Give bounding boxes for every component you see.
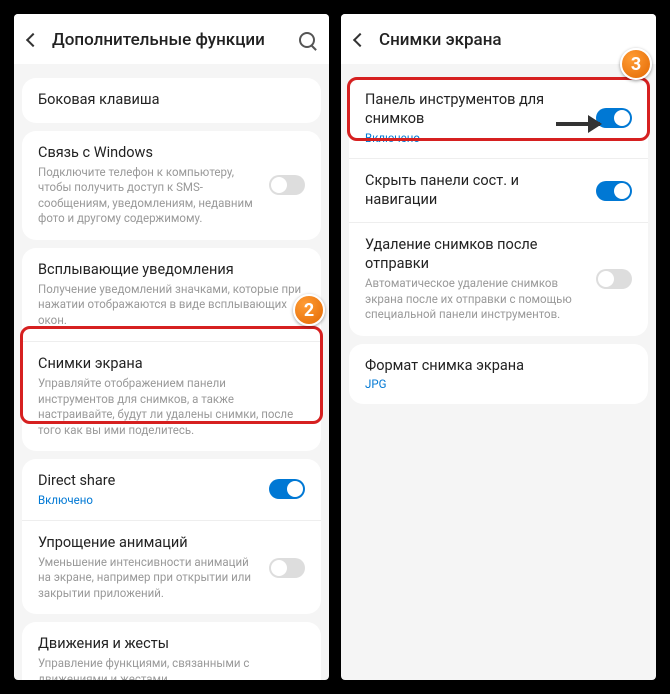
item-reduce-animations[interactable]: Упрощение анимаций Уменьшение интенсивно…: [22, 520, 321, 614]
search-icon[interactable]: [299, 32, 315, 48]
step-badge-2: 2: [293, 294, 325, 326]
item-title: Боковая клавиша: [38, 91, 305, 110]
page-title: Снимки экрана: [379, 30, 642, 50]
item-status: JPG: [365, 377, 632, 391]
item-title: Direct share: [38, 472, 257, 491]
toggle-switch[interactable]: [269, 558, 305, 578]
item-title: Снимки экрана: [38, 355, 305, 374]
item-title: Панель инструментов для снимков: [365, 91, 584, 129]
item-desc: Подключите телефон к компьютеру, чтобы п…: [38, 165, 257, 227]
right-screen: Снимки экрана Панель инструментов для сн…: [341, 14, 656, 680]
toggle-switch[interactable]: [269, 479, 305, 499]
left-screen: Дополнительные функции Боковая клавиша С…: [14, 14, 329, 680]
step-badge-3: 3: [620, 48, 652, 80]
item-status: Включено: [365, 131, 584, 145]
item-screenshots[interactable]: Снимки экрана Управляйте отображением па…: [22, 341, 321, 451]
toggle-switch[interactable]: [596, 181, 632, 201]
header: Снимки экрана: [341, 14, 656, 64]
item-desc: Управление функциями, связанными с движе…: [38, 656, 305, 680]
header: Дополнительные функции: [14, 14, 329, 64]
item-desc: Уменьшение интенсивности анимаций на экр…: [38, 555, 257, 602]
item-title: Формат снимка экрана: [365, 357, 632, 376]
item-windows-link[interactable]: Связь с Windows Подключите телефон к ком…: [22, 131, 321, 240]
item-popup-notifications[interactable]: Всплывающие уведомления Получение уведом…: [22, 248, 321, 341]
item-screenshot-format[interactable]: Формат снимка экрана JPG: [349, 344, 648, 405]
arrow-icon: [556, 122, 600, 126]
item-title: Скрыть панели сост. и навигации: [365, 172, 584, 210]
back-icon[interactable]: [26, 33, 40, 47]
item-status: Включено: [38, 493, 257, 507]
item-side-key[interactable]: Боковая клавиша: [22, 78, 321, 123]
item-title: Упрощение анимаций: [38, 534, 257, 553]
settings-list: Боковая клавиша Связь с Windows Подключи…: [14, 64, 329, 680]
item-title: Всплывающие уведомления: [38, 261, 305, 280]
item-screenshot-toolbar[interactable]: Панель инструментов для снимков Включено: [349, 78, 648, 158]
item-title: Связь с Windows: [38, 144, 257, 163]
back-icon[interactable]: [353, 33, 367, 47]
item-gestures[interactable]: Движения и жесты Управление функциями, с…: [22, 622, 321, 680]
item-hide-bars[interactable]: Скрыть панели сост. и навигации: [349, 158, 648, 223]
item-desc: Управляйте отображением панели инструмен…: [38, 376, 305, 438]
toggle-switch[interactable]: [269, 175, 305, 195]
page-title: Дополнительные функции: [52, 30, 285, 50]
toggle-switch[interactable]: [596, 269, 632, 289]
item-title: Движения и жесты: [38, 635, 305, 654]
item-title: Удаление снимков после отправки: [365, 236, 584, 274]
item-desc: Получение уведомлений значками, которые …: [38, 282, 305, 329]
item-desc: Автоматическое удаление снимков экрана п…: [365, 276, 584, 323]
settings-list: Панель инструментов для снимков Включено…: [341, 64, 656, 680]
item-direct-share[interactable]: Direct share Включено: [22, 459, 321, 520]
item-delete-after-send[interactable]: Удаление снимков после отправки Автомати…: [349, 222, 648, 335]
